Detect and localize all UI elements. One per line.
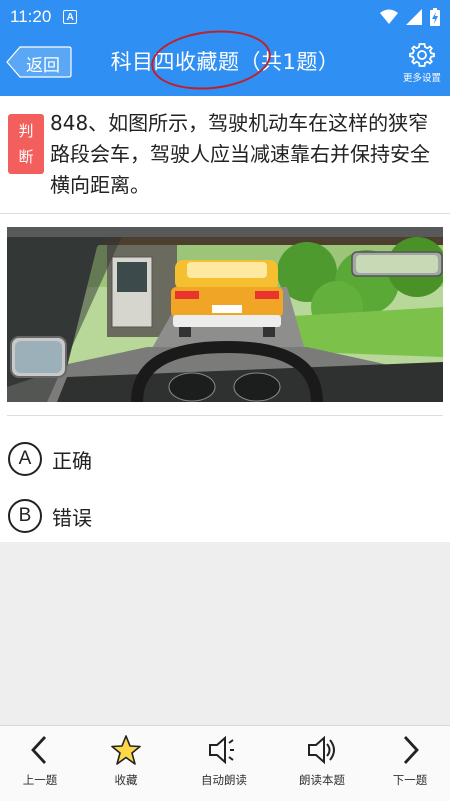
divider — [7, 415, 443, 416]
option-a-text: 正确 — [52, 448, 92, 473]
bottom-toolbar: 上一题 收藏 自动朗读 朗读本题 下一题 — [0, 725, 450, 801]
option-a[interactable]: A 正确 — [8, 441, 92, 477]
option-b[interactable]: B 错误 — [8, 498, 92, 534]
option-a-letter: A — [8, 442, 42, 476]
settings-label: 更多设置 — [402, 73, 441, 84]
prev-question-button[interactable]: 上一题 — [0, 734, 80, 788]
divider — [0, 213, 450, 214]
notification-icon: A — [63, 10, 78, 24]
signal-icon — [406, 9, 422, 25]
question-image — [7, 227, 443, 402]
next-question-button[interactable]: 下一题 — [370, 734, 450, 788]
battery-icon — [430, 8, 440, 26]
status-indicators — [380, 8, 440, 26]
prev-question-label: 上一题 — [22, 773, 58, 787]
option-b-text: 错误 — [52, 505, 92, 530]
question-text: 848、如图所示，驾驶机动车在这样的狭窄路段会车，驾驶人应当减速靠右并保持安全横… — [50, 111, 430, 197]
option-b-letter: B — [8, 499, 42, 533]
badge-char-2: 断 — [18, 148, 34, 166]
auto-read-button[interactable]: 自动朗读 — [184, 734, 264, 788]
wifi-icon — [380, 9, 398, 24]
settings-button[interactable]: 更多设置 — [400, 42, 444, 88]
favorite-button[interactable]: 收藏 — [86, 734, 166, 788]
question-card: 判 断 848、如图所示，驾驶机动车在这样的狭窄路段会车，驾驶人应当减速靠右并保… — [0, 96, 450, 542]
status-time: 11:20 — [10, 7, 52, 26]
favorite-label: 收藏 — [114, 773, 138, 787]
question-type-badge: 判 断 — [8, 114, 44, 174]
speaker-auto-icon — [209, 735, 234, 765]
chevron-left-icon — [31, 736, 47, 764]
read-question-button[interactable]: 朗读本题 — [282, 734, 362, 788]
badge-char-1: 判 — [18, 122, 34, 140]
speaker-icon — [308, 735, 335, 765]
chevron-right-icon — [403, 736, 419, 764]
gear-icon — [409, 43, 435, 67]
auto-read-label: 自动朗读 — [201, 773, 247, 787]
star-icon — [111, 735, 141, 765]
status-bar: 11:20 A — [0, 0, 450, 34]
read-question-label: 朗读本题 — [299, 773, 345, 787]
next-question-label: 下一题 — [392, 773, 428, 787]
